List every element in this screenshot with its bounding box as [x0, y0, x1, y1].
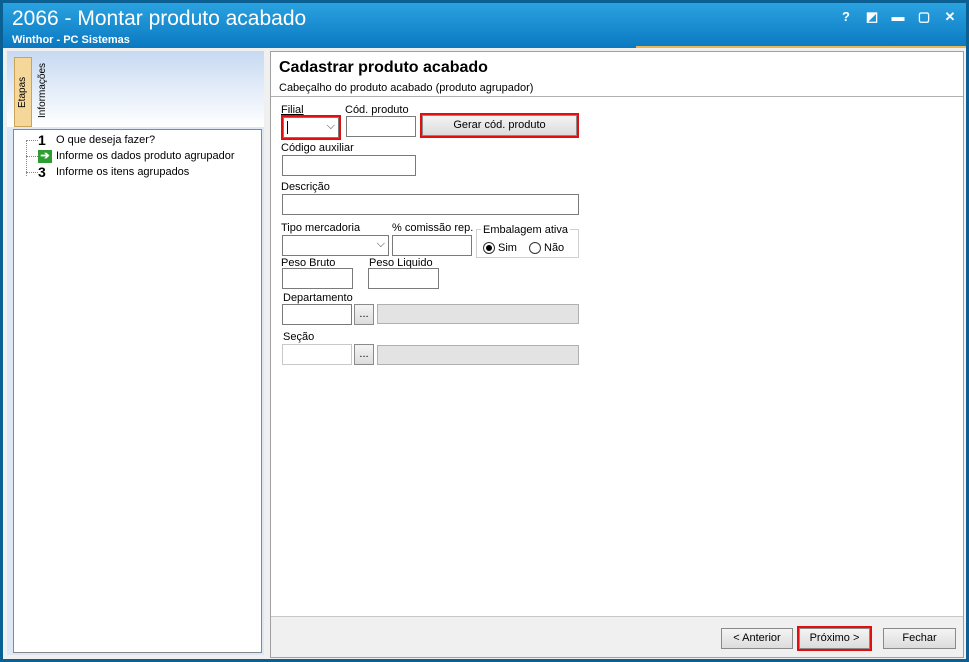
chevron-down-icon[interactable]: ⌵ — [377, 238, 385, 251]
step-label: Informe os dados produto agrupador — [56, 150, 235, 162]
window-subtitle: Winthor - PC Sistemas — [12, 34, 130, 46]
secao-label: Seção — [283, 331, 315, 343]
maximize-icon[interactable]: ▢ — [916, 9, 932, 25]
tab-informacoes[interactable]: Informações — [35, 57, 53, 123]
header-divider — [271, 96, 963, 97]
peso-liquido-input[interactable] — [368, 268, 439, 289]
title-accent-line — [636, 46, 966, 48]
minimize-icon[interactable]: ▬ — [890, 9, 906, 25]
comissao-input[interactable] — [392, 235, 472, 256]
radio-label: Sim — [498, 242, 517, 254]
step-number: 3 — [38, 164, 46, 180]
title-bar[interactable]: 2066 - Montar produto acabado Winthor - … — [3, 3, 966, 48]
filial-select[interactable]: ⌵ — [281, 115, 341, 140]
step-label: Informe os itens agrupados — [56, 166, 190, 178]
anterior-button[interactable]: < Anterior — [721, 628, 793, 649]
codigo-auxiliar-input[interactable] — [282, 155, 416, 176]
filial-label: Filial — [281, 104, 304, 116]
page-title: Cadastrar produto acabado — [279, 59, 488, 76]
departamento-description — [377, 304, 579, 324]
embalagem-nao-radio[interactable]: Não — [529, 242, 564, 254]
help-icon[interactable]: ? — [838, 9, 854, 25]
window-title: 2066 - Montar produto acabado — [12, 7, 307, 30]
embalagem-label: Embalagem ativa — [481, 224, 570, 236]
peso-bruto-input[interactable] — [282, 268, 353, 289]
radio-unselected-icon — [529, 242, 541, 254]
radio-selected-icon — [483, 242, 495, 254]
wizard-footer: < Anterior Próximo > Fechar — [271, 616, 963, 657]
secao-lookup-button[interactable]: ... — [354, 344, 374, 365]
embalagem-sim-radio[interactable]: Sim — [483, 242, 517, 254]
page-subtitle: Cabeçalho do produto acabado (produto ag… — [279, 82, 534, 94]
comissao-label: % comissão rep. — [392, 222, 474, 234]
step-label: O que deseja fazer? — [56, 134, 156, 146]
sidebar-header: Etapas Informações — [7, 51, 264, 127]
descricao-label: Descrição — [281, 181, 330, 193]
text-caret — [287, 121, 288, 134]
app-window: 2066 - Montar produto acabado Winthor - … — [0, 0, 969, 662]
step-item-3[interactable]: 3 Informe os itens agrupados — [24, 164, 189, 180]
tipo-mercadoria-select[interactable]: ⌵ — [282, 235, 389, 256]
descricao-input[interactable] — [282, 194, 579, 215]
step-number: 1 — [38, 132, 46, 148]
departamento-input[interactable] — [282, 304, 352, 325]
form-panel: Cadastrar produto acabado Cabeçalho do p… — [270, 51, 964, 658]
departamento-lookup-button[interactable]: ... — [354, 304, 374, 325]
gerar-cod-produto-button[interactable]: Gerar cód. produto — [420, 113, 579, 138]
wizard-sidebar: Etapas Informações 1 O que deseja fazer?… — [7, 51, 264, 655]
fechar-button[interactable]: Fechar — [883, 628, 956, 649]
cod-produto-input[interactable] — [346, 116, 416, 137]
proximo-button[interactable]: Próximo > — [797, 626, 872, 651]
codigo-auxiliar-label: Código auxiliar — [281, 142, 354, 154]
departamento-label: Departamento — [283, 292, 353, 304]
tab-etapas[interactable]: Etapas — [14, 57, 32, 127]
restore-layout-icon[interactable]: ◩ — [864, 9, 880, 25]
radio-label: Não — [544, 242, 565, 254]
chevron-down-icon[interactable]: ⌵ — [327, 120, 335, 133]
secao-input[interactable] — [282, 344, 352, 365]
tipo-mercadoria-label: Tipo mercadoria — [281, 222, 361, 234]
close-icon[interactable]: ✕ — [942, 9, 958, 25]
arrow-right-icon: ➔ — [38, 149, 52, 163]
steps-tree: 1 O que deseja fazer? ➔ Informe os dados… — [13, 129, 262, 653]
step-item-2[interactable]: ➔ Informe os dados produto agrupador — [24, 148, 235, 164]
cod-produto-label: Cód. produto — [345, 104, 409, 116]
step-item-1[interactable]: 1 O que deseja fazer? — [24, 132, 155, 148]
secao-description — [377, 345, 579, 365]
